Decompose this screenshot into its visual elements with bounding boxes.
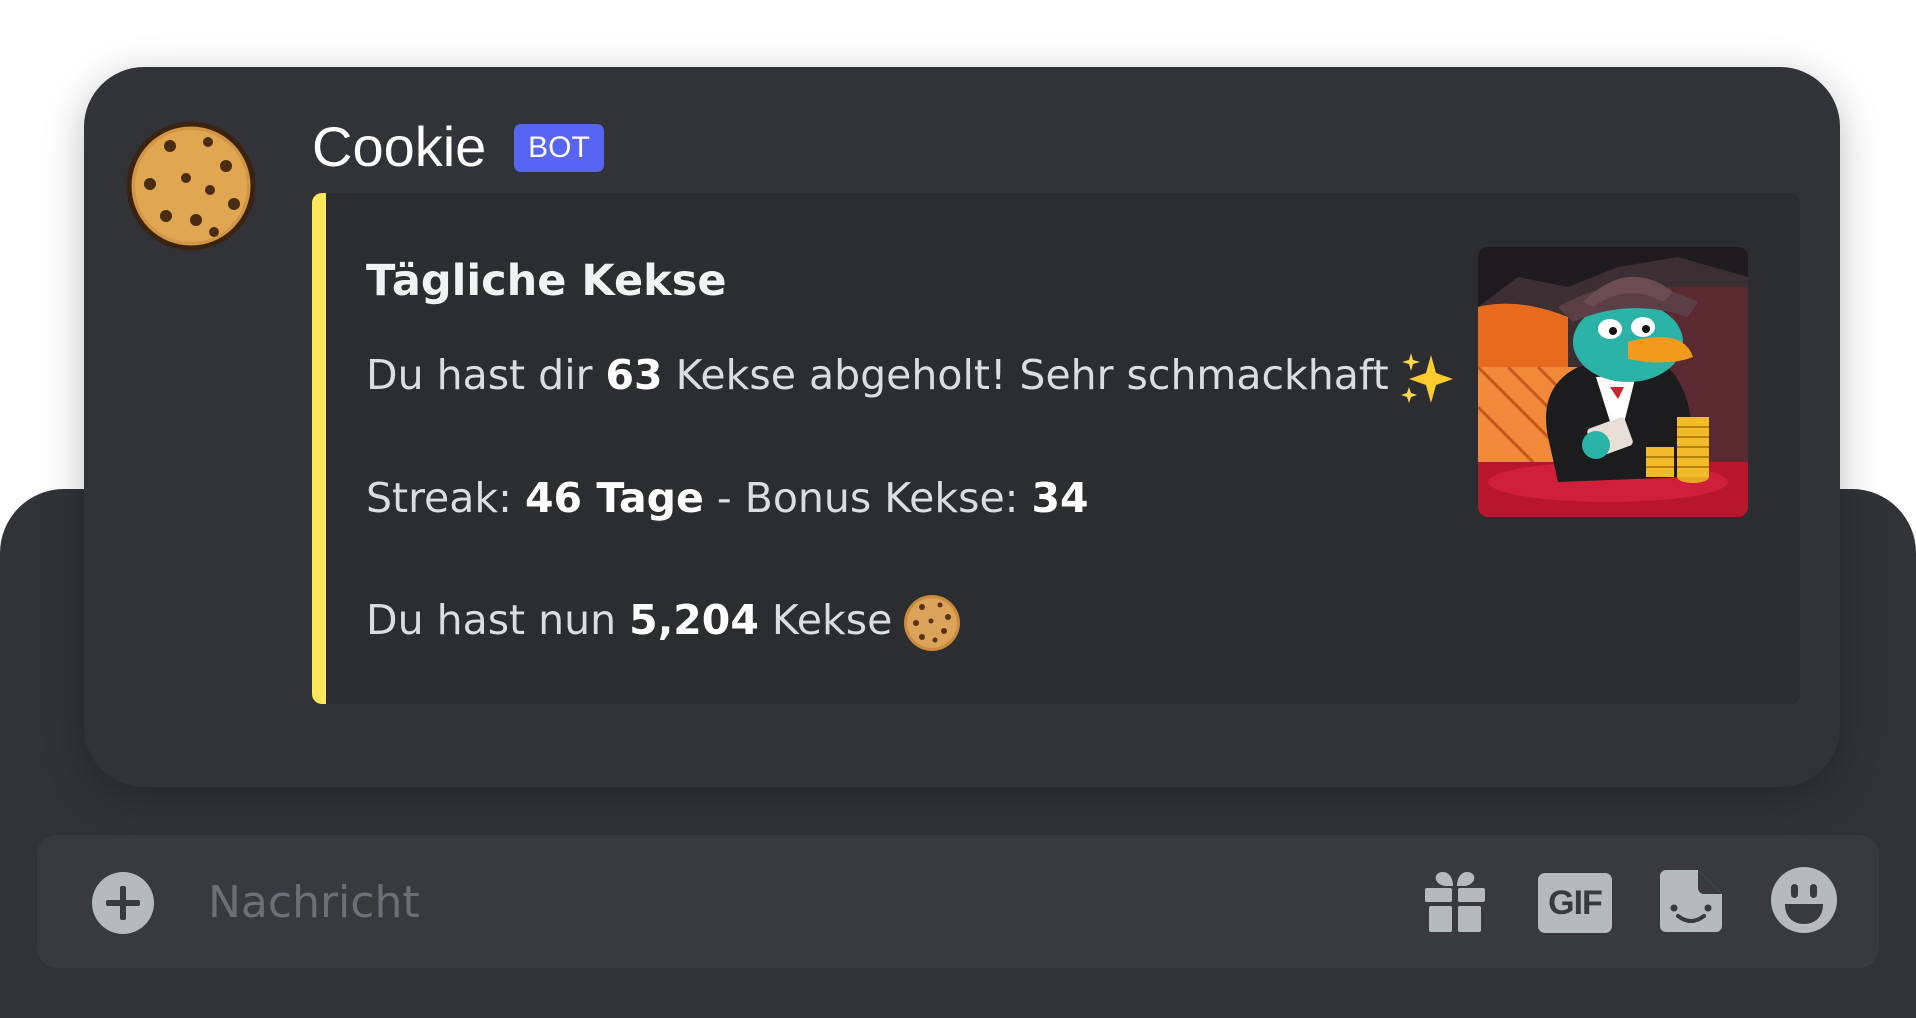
embed-text: Du hast dir — [366, 351, 606, 399]
embed-text: Kekse — [758, 596, 893, 644]
embed-text: Streak: — [366, 474, 525, 522]
cookie-icon — [904, 595, 961, 651]
embed-title: Tägliche Kekse — [366, 256, 727, 306]
sticker-icon[interactable] — [1658, 868, 1724, 934]
embed-accent-bar — [312, 193, 326, 704]
embed-line-total: Du hast nun 5,204 Kekse — [366, 593, 962, 653]
streak-value: 46 Tage — [525, 474, 704, 522]
sparkles-icon — [1400, 353, 1453, 403]
gif-button[interactable]: GIF — [1538, 873, 1612, 933]
embed-line-streak: Streak: 46 Tage - Bonus Kekse: 34 — [366, 472, 1089, 524]
embed-text: Du hast nun — [366, 596, 630, 644]
cookie-amount: 63 — [605, 351, 663, 399]
bot-username[interactable]: Cookie — [312, 114, 486, 180]
bot-badge: BOT — [514, 124, 604, 172]
attach-plus-icon[interactable] — [92, 872, 154, 934]
embed-line-claim: Du hast dir 63 Kekse abgeholt! Sehr schm… — [366, 349, 1457, 407]
embed-container: Tägliche Kekse Du hast dir 63 Kekse abge… — [312, 193, 1800, 704]
message-input-placeholder[interactable]: Nachricht — [208, 874, 420, 932]
emoji-icon[interactable] — [1770, 866, 1838, 934]
bonus-value: 34 — [1031, 474, 1089, 522]
embed-text: - Bonus Kekse: — [703, 474, 1032, 522]
cookie-avatar[interactable] — [126, 120, 256, 252]
gift-icon[interactable] — [1423, 868, 1487, 934]
embed-text: Kekse abgeholt! Sehr schmackhaft — [662, 351, 1389, 399]
embed-thumbnail-image[interactable] — [1478, 247, 1748, 517]
total-value: 5,204 — [629, 596, 759, 644]
